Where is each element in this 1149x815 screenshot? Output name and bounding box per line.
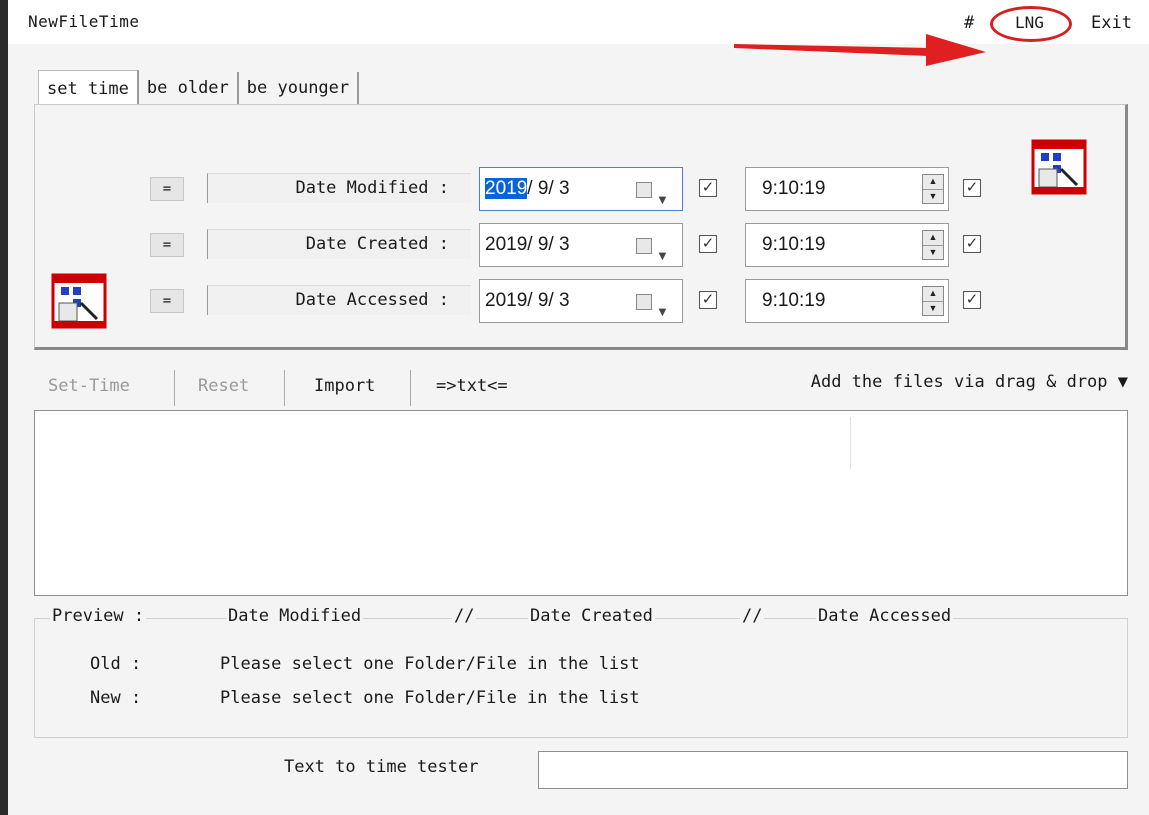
spin-updown-icon[interactable]: ▲ ▼: [922, 174, 944, 204]
date-rest: / 9/ 3: [527, 234, 570, 255]
menu-hash[interactable]: #: [964, 13, 974, 33]
date-picker-created[interactable]: 2019/ 9/ 3 ▼: [479, 223, 683, 267]
import-button[interactable]: Import: [314, 376, 375, 396]
date-year: 2019: [485, 290, 528, 311]
preview-sep: //: [452, 606, 477, 626]
menu-exit[interactable]: Exit: [1091, 13, 1132, 33]
date-picker-accessed[interactable]: 2019/ 9/ 3 ▼: [479, 279, 683, 323]
preview-new-text: Please select one Folder/File in the lis…: [220, 688, 640, 708]
toolbar-separator: [284, 370, 285, 406]
date-modified-checkbox[interactable]: ✓: [699, 179, 717, 197]
set-time-button[interactable]: Set-Time: [48, 376, 130, 396]
file-list[interactable]: [34, 410, 1128, 596]
preview-col-modified: Date Modified: [226, 606, 364, 626]
time-value: 9:10:19: [762, 234, 826, 255]
time-field-accessed[interactable]: 9:10:19 ▲ ▼: [745, 279, 949, 323]
title-bar: NewFileTime # LNG Exit: [8, 0, 1149, 44]
column-divider: [850, 417, 851, 469]
reset-button[interactable]: Reset: [198, 376, 249, 396]
equal-button[interactable]: =: [150, 177, 184, 201]
calendar-dropdown-icon[interactable]: ▼: [636, 293, 674, 319]
row-date-modified: = Date Modified : 2019/ 9/ 3 ▼ ✓ 9:10:19…: [35, 167, 1125, 215]
tab-be-younger[interactable]: be younger: [238, 72, 360, 106]
time-modified-checkbox[interactable]: ✓: [963, 179, 981, 197]
drag-drop-menu[interactable]: Add the files via drag & drop ▼: [811, 372, 1128, 392]
action-toolbar: Set-Time Reset Import =>txt<= Add the fi…: [38, 370, 1128, 406]
window-title: NewFileTime: [28, 12, 140, 31]
preview-sep: //: [740, 606, 765, 626]
row-date-created: = Date Created : 2019/ 9/ 3 ▼ ✓ 9:10:19 …: [35, 223, 1125, 271]
label-date-modified: Date Modified :: [207, 173, 471, 203]
preview-label: Preview :: [50, 606, 147, 626]
date-year-selected: 2019: [485, 178, 528, 199]
tab-strip: set time be older be younger: [38, 70, 360, 113]
txt-button[interactable]: =>txt<=: [436, 376, 508, 396]
preview-col-created: Date Created: [528, 606, 655, 626]
tester-label: Text to time tester: [284, 757, 479, 777]
time-value: 9:10:19: [762, 178, 826, 199]
time-field-modified[interactable]: 9:10:19 ▲ ▼: [745, 167, 949, 211]
preview-new-label: New :: [90, 688, 142, 708]
date-created-checkbox[interactable]: ✓: [699, 235, 717, 253]
calendar-clock-icon[interactable]: [1031, 139, 1087, 195]
equal-button[interactable]: =: [150, 289, 184, 313]
toolbar-separator: [410, 370, 411, 406]
calendar-clock-icon[interactable]: [51, 273, 107, 329]
calendar-dropdown-icon[interactable]: ▼: [636, 237, 674, 263]
label-date-accessed: Date Accessed :: [207, 285, 471, 315]
preview-old-text: Please select one Folder/File in the lis…: [220, 654, 640, 674]
tab-be-older[interactable]: be older: [138, 72, 239, 106]
newfiletime-window: NewFileTime # LNG Exit set time be older…: [0, 0, 1149, 815]
window-left-edge: [0, 0, 8, 815]
date-year: 2019: [485, 234, 528, 255]
menu-lng[interactable]: LNG: [1015, 13, 1044, 32]
set-time-panel: = Date Modified : 2019/ 9/ 3 ▼ ✓ 9:10:19…: [34, 104, 1128, 350]
date-picker-modified[interactable]: 2019/ 9/ 3 ▼: [479, 167, 683, 211]
text-to-time-input[interactable]: [538, 751, 1128, 789]
preview-group: [34, 618, 1128, 738]
date-rest: / 9/ 3: [527, 290, 570, 311]
date-rest: / 9/ 3: [527, 178, 570, 199]
preview-old-label: Old :: [90, 654, 142, 674]
label-date-created: Date Created :: [207, 229, 471, 259]
spin-updown-icon[interactable]: ▲ ▼: [922, 230, 944, 260]
calendar-dropdown-icon[interactable]: ▼: [636, 181, 674, 207]
time-value: 9:10:19: [762, 290, 826, 311]
time-accessed-checkbox[interactable]: ✓: [963, 291, 981, 309]
equal-button[interactable]: =: [150, 233, 184, 257]
row-date-accessed: = Date Accessed : 2019/ 9/ 3 ▼ ✓ 9:10:19…: [35, 279, 1125, 327]
date-accessed-checkbox[interactable]: ✓: [699, 291, 717, 309]
time-created-checkbox[interactable]: ✓: [963, 235, 981, 253]
toolbar-separator: [174, 370, 175, 406]
time-field-created[interactable]: 9:10:19 ▲ ▼: [745, 223, 949, 267]
preview-col-accessed: Date Accessed: [816, 606, 954, 626]
spin-updown-icon[interactable]: ▲ ▼: [922, 286, 944, 316]
